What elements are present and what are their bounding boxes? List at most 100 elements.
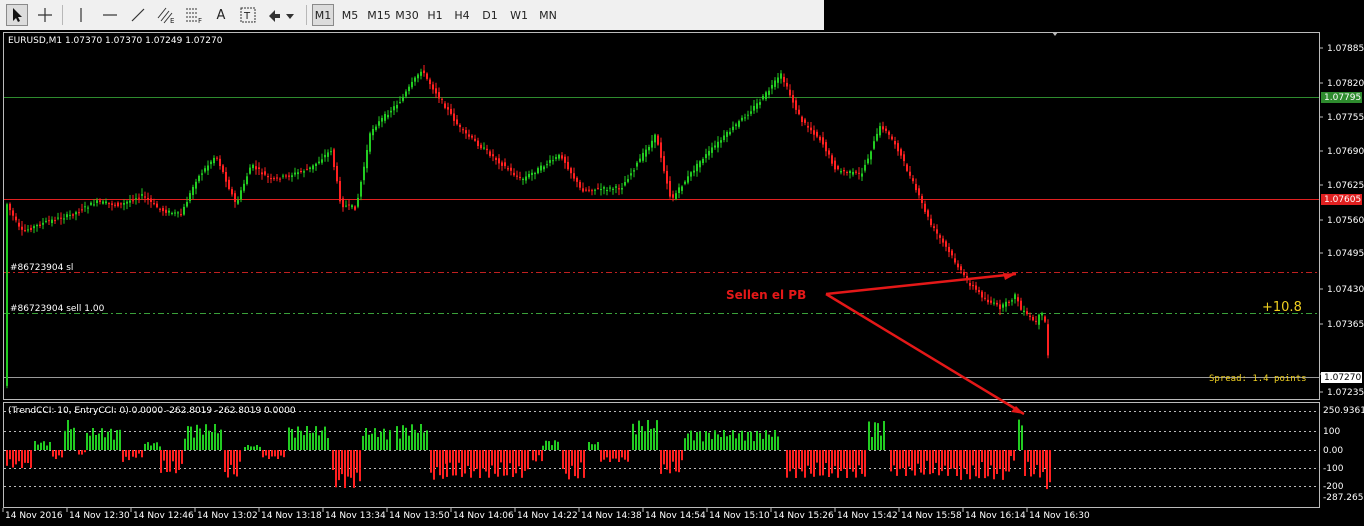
indicator-bar <box>408 435 410 450</box>
candle-body <box>312 165 314 170</box>
candle-body <box>522 178 524 180</box>
indicator-bar <box>262 450 264 458</box>
candle-body <box>642 152 644 161</box>
text-label-tool-button[interactable]: T <box>236 4 260 26</box>
timeframe-h4-button[interactable]: H4 <box>451 4 473 26</box>
cursor-tool-button[interactable] <box>6 4 28 26</box>
indicator-bar <box>917 450 919 464</box>
indicator-bar <box>217 433 219 450</box>
indicator-bar <box>1033 450 1035 475</box>
indicator-bar <box>399 438 401 450</box>
indicator-bar <box>975 450 977 477</box>
indicator-bar <box>442 450 444 479</box>
arrows-tool-button[interactable] <box>264 4 298 26</box>
candle-body <box>639 158 641 162</box>
candle-body <box>825 142 827 152</box>
indicator-bar <box>551 445 553 450</box>
candle-body <box>414 77 416 82</box>
indicator-bar <box>446 450 448 477</box>
indicator-bar <box>368 434 370 450</box>
trendline-tool-button[interactable] <box>126 4 150 26</box>
fibonacci-tool-button[interactable]: F <box>182 4 206 26</box>
indicator-bar <box>509 450 511 464</box>
candle-body <box>234 193 236 202</box>
candle-body <box>444 103 446 108</box>
indicator-bar <box>347 450 349 477</box>
candle-body <box>792 95 794 103</box>
indicator-bar <box>813 450 815 477</box>
price-label: 1.07430 <box>1327 285 1364 295</box>
candle-body <box>351 205 353 208</box>
timeframe-m30-button[interactable]: M30 <box>394 4 420 26</box>
price-label: 1.07755 <box>1327 113 1364 123</box>
candle-body <box>357 197 359 207</box>
candle-body <box>744 117 746 119</box>
price-chart[interactable]: EURUSD,M1 1.07370 1.07370 1.07249 1.0727… <box>0 30 1364 526</box>
timeframe-mn-button[interactable]: MN <box>535 4 561 26</box>
indicator-bar <box>583 450 585 478</box>
candle-body <box>66 214 68 218</box>
candle-body <box>303 171 305 173</box>
candle-body <box>513 172 515 176</box>
candle-body <box>591 190 593 192</box>
indicator-bar <box>491 450 493 466</box>
candle-body <box>888 131 890 135</box>
indicator-bar <box>479 450 481 478</box>
indicator-bar <box>868 421 870 450</box>
candle-body <box>267 176 269 178</box>
candle-body <box>567 161 569 170</box>
indicator-bar <box>280 450 282 456</box>
candle-body <box>711 147 713 153</box>
indicator-bar <box>774 430 776 450</box>
candle-body <box>120 203 122 205</box>
indicator-level-label: 0.00 <box>1323 446 1343 456</box>
indicator-bar <box>693 440 695 450</box>
candle-body <box>141 194 143 196</box>
candle-body <box>417 74 419 79</box>
candle-body <box>369 133 371 152</box>
candle-body <box>732 126 734 131</box>
indicator-bar <box>756 430 758 450</box>
timeframe-m15-button[interactable]: M15 <box>366 4 392 26</box>
candle-body <box>996 302 998 305</box>
candle-body <box>45 220 47 222</box>
candle-body <box>597 187 599 189</box>
candle-body <box>411 81 413 88</box>
timeframe-d1-button[interactable]: D1 <box>479 4 501 26</box>
candle-body <box>870 151 872 160</box>
indicator-bar <box>147 442 149 450</box>
candle-body <box>777 77 779 83</box>
equidistant-channel-tool-button[interactable]: E <box>154 4 178 26</box>
indicator-bar <box>905 450 907 476</box>
text-tool-button[interactable]: A <box>210 4 232 26</box>
candle-body <box>510 167 512 171</box>
svg-text:T: T <box>243 11 251 22</box>
timeframe-w1-button[interactable]: W1 <box>507 4 531 26</box>
indicator-bar <box>494 450 496 474</box>
candle-body <box>333 149 335 167</box>
indicator-bar <box>199 428 201 450</box>
indicator-bar <box>283 450 285 458</box>
candle-body <box>939 235 941 238</box>
candle-body <box>246 176 248 184</box>
timeframe-m1-button[interactable]: M1 <box>312 4 334 26</box>
candle-body <box>858 172 860 174</box>
indicator-level-label: -287.2656 <box>1323 493 1364 503</box>
candle-body <box>93 204 95 206</box>
horizontal-line-tool-button[interactable] <box>98 4 122 26</box>
crosshair-tool-button[interactable] <box>34 4 56 26</box>
candle-body <box>360 181 362 197</box>
candle-body <box>516 175 518 177</box>
timeframe-m5-button[interactable]: M5 <box>338 4 362 26</box>
vertical-line-tool-button[interactable] <box>70 4 92 26</box>
indicator-bar <box>500 450 502 463</box>
candle-body <box>348 204 350 206</box>
candle-body <box>606 190 608 191</box>
candle-body <box>468 134 470 137</box>
indicator-bar <box>122 450 124 462</box>
candle-body <box>33 226 35 229</box>
timeframe-h1-button[interactable]: H1 <box>424 4 446 26</box>
indicator-bar <box>653 428 655 450</box>
indicator-bar <box>193 437 195 450</box>
indicator-bar <box>89 435 91 450</box>
